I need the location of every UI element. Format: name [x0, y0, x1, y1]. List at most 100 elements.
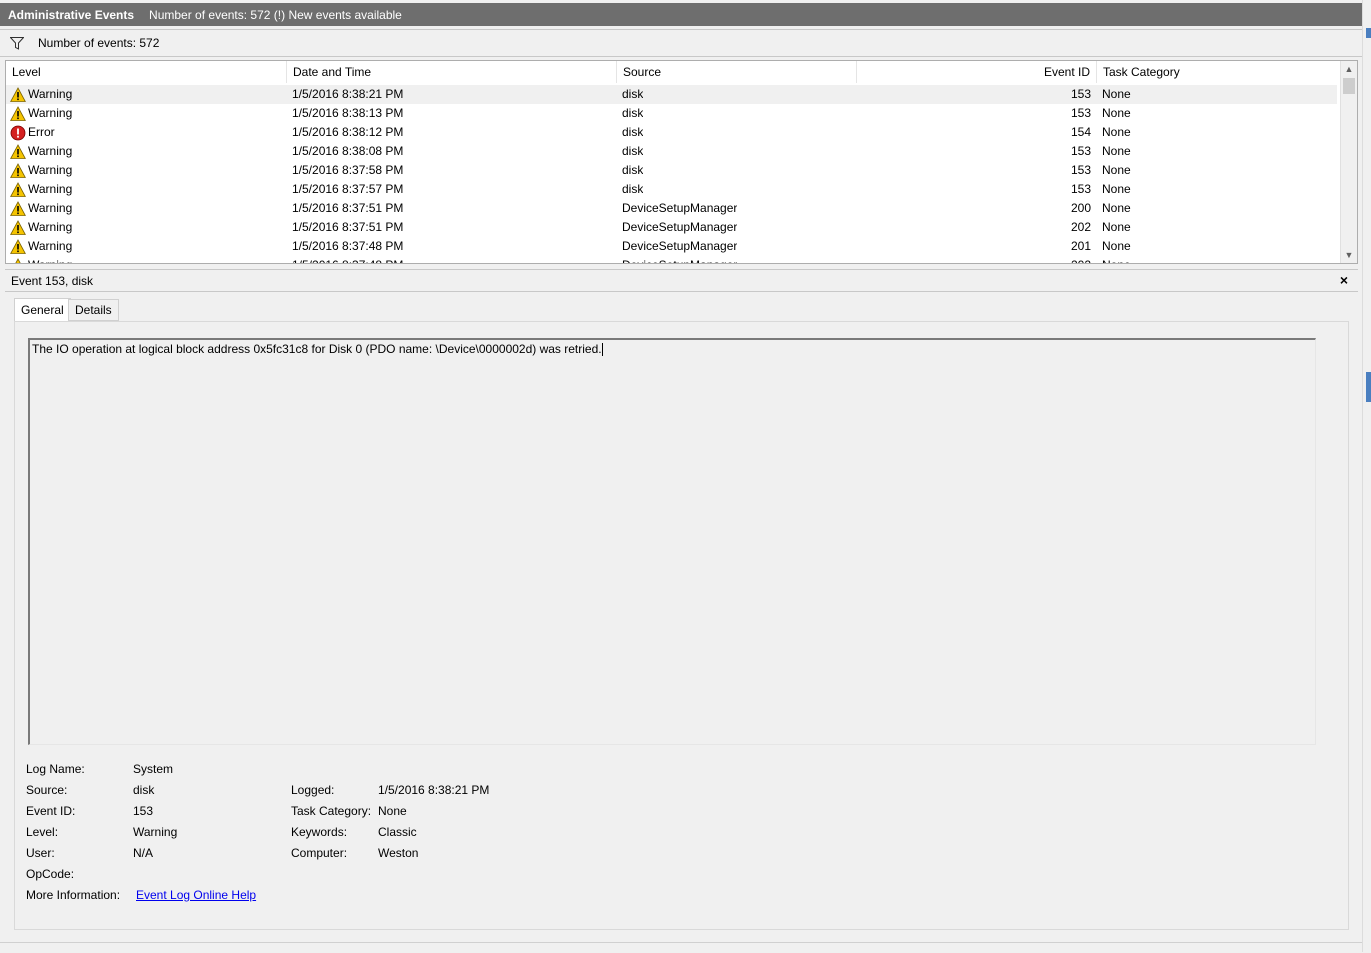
- task-category-cell: None: [1102, 87, 1131, 101]
- task-category-cell: None: [1102, 220, 1131, 234]
- table-row[interactable]: Warning 1/5/2016 8:37:51 PM DeviceSetupMan…: [6, 199, 1337, 218]
- task-category-cell: None: [1102, 201, 1131, 215]
- source-cell: DeviceSetupManager: [622, 239, 738, 253]
- level-cell: Warning: [10, 142, 286, 161]
- column-header-source[interactable]: Source: [617, 61, 857, 83]
- warning-icon: [10, 143, 26, 160]
- warning-icon: [10, 238, 26, 255]
- task-category-cell: None: [1102, 125, 1131, 139]
- level-text: Warning: [28, 182, 73, 196]
- datetime-cell: 1/5/2016 8:37:51 PM: [292, 220, 404, 234]
- table-row[interactable]: Warning 1/5/2016 8:37:57 PM disk 153 None: [6, 180, 1337, 199]
- column-header-task-category[interactable]: Task Category: [1097, 61, 1339, 83]
- table-row[interactable]: Warning 1/5/2016 8:37:48 PM DeviceSetupMan…: [6, 237, 1337, 256]
- computer-value: Weston: [378, 846, 419, 860]
- table-row[interactable]: Warning 1/5/2016 8:37:51 PM DeviceSetupMan…: [6, 218, 1337, 237]
- level-text: Error: [28, 125, 55, 139]
- keywords-value: Classic: [378, 825, 417, 839]
- task-category-cell: None: [1102, 239, 1131, 253]
- source-label: Source:: [26, 783, 68, 797]
- event-id-cell: 153: [1070, 87, 1091, 101]
- filter-count: Number of events: 572: [38, 36, 160, 50]
- more-information-label: More Information:: [26, 888, 121, 902]
- event-id-cell: 153: [1070, 163, 1091, 177]
- table-row[interactable]: Warning 1/5/2016 8:37:58 PM disk 153 None: [6, 161, 1337, 180]
- source-cell: disk: [622, 87, 644, 101]
- bottom-edge: [0, 942, 1362, 953]
- datetime-cell: 1/5/2016 8:38:12 PM: [292, 125, 404, 139]
- task-category-cell: None: [1102, 182, 1131, 196]
- event-id-cell: 202: [856, 256, 1091, 263]
- task-category-cell: None: [1102, 106, 1131, 120]
- scroll-up-icon[interactable]: ▲: [1341, 61, 1357, 77]
- datetime-cell: 1/5/2016 8:37:48 PM: [292, 239, 404, 253]
- event-id-cell: 200: [1070, 201, 1091, 215]
- logged-label: Logged:: [291, 783, 335, 797]
- table-row[interactable]: Warning 1/5/2016 8:38:13 PM disk 153 None: [6, 104, 1337, 123]
- level-text: Warning: [28, 220, 73, 234]
- task-category-value: None: [378, 804, 407, 818]
- level-text: Warning: [28, 106, 73, 120]
- level-cell: Warning: [10, 85, 286, 104]
- source-cell: DeviceSetupManager: [622, 201, 738, 215]
- funnel-icon[interactable]: [2, 29, 32, 57]
- scroll-down-icon[interactable]: ▼: [1341, 247, 1357, 263]
- list-header: Level Date and Time Source Event ID Task…: [6, 61, 1339, 83]
- column-header-event-id[interactable]: Event ID: [857, 61, 1097, 83]
- close-icon[interactable]: ×: [1340, 272, 1348, 288]
- event-id-label: Event ID:: [26, 804, 76, 818]
- opcode-label: OpCode:: [26, 867, 75, 881]
- list-scrollbar[interactable]: ▲ ▼: [1340, 61, 1357, 263]
- event-id-cell: 153: [1070, 106, 1091, 120]
- events-list[interactable]: Level Date and Time Source Event ID Task…: [5, 60, 1358, 264]
- source-value: disk: [133, 783, 155, 797]
- tab-general[interactable]: General: [14, 298, 71, 321]
- event-log-online-help-link[interactable]: Event Log Online Help: [136, 888, 256, 902]
- event-description-box[interactable]: The IO operation at logical block addres…: [28, 338, 1316, 745]
- source-cell: disk: [622, 106, 644, 120]
- source-cell: DeviceSetupManager: [622, 256, 737, 263]
- detail-header: Event 153, disk ×: [5, 269, 1358, 292]
- user-label: User:: [26, 846, 55, 860]
- level-text: Warning: [28, 201, 73, 215]
- right-edge-strip: [1362, 0, 1371, 952]
- source-cell: disk: [622, 125, 644, 139]
- source-cell: disk: [622, 144, 644, 158]
- level-cell: Warning: [10, 256, 286, 263]
- level-cell: Error: [10, 123, 286, 142]
- scroll-thumb[interactable]: [1343, 78, 1355, 94]
- level-text: Warning: [28, 239, 73, 253]
- table-row[interactable]: Warning 1/5/2016 8:37:48 PM DeviceSetupMan…: [6, 256, 1337, 263]
- table-row[interactable]: Warning 1/5/2016 8:38:21 PM disk 153 None: [6, 85, 1337, 104]
- event-id-cell: 153: [1070, 182, 1091, 196]
- task-category-label: Task Category:: [291, 804, 372, 818]
- table-row[interactable]: Warning 1/5/2016 8:38:08 PM disk 153 None: [6, 142, 1337, 161]
- warning-icon: [10, 162, 26, 179]
- column-header-date-time[interactable]: Date and Time: [287, 61, 617, 83]
- datetime-cell: 1/5/2016 8:38:21 PM: [292, 87, 404, 101]
- event-description: The IO operation at logical block addres…: [32, 342, 602, 356]
- column-header-level[interactable]: Level: [6, 61, 287, 83]
- warning-icon: [10, 257, 26, 263]
- event-id-cell: 153: [1070, 144, 1091, 158]
- level-cell: Warning: [10, 218, 286, 237]
- level-cell: Warning: [10, 180, 286, 199]
- datetime-cell: 1/5/2016 8:37:51 PM: [292, 201, 404, 215]
- event-id-cell: 154: [1070, 125, 1091, 139]
- level-cell: Warning: [10, 104, 286, 123]
- level-value: Warning: [133, 825, 178, 839]
- level-text: Warning: [28, 256, 72, 263]
- event-id-value: 153: [133, 804, 154, 818]
- error-icon: [10, 125, 26, 141]
- source-cell: disk: [622, 163, 644, 177]
- detail-title: Event 153, disk: [11, 273, 94, 288]
- user-value: N/A: [133, 846, 154, 860]
- datetime-cell: 1/5/2016 8:38:08 PM: [292, 144, 404, 158]
- source-cell: DeviceSetupManager: [622, 220, 738, 234]
- tab-details[interactable]: Details: [68, 299, 119, 321]
- title-bar: Administrative Events Number of events: …: [0, 3, 1362, 26]
- warning-icon: [10, 105, 26, 122]
- table-row[interactable]: Error 1/5/2016 8:38:12 PM disk 154 None: [6, 123, 1337, 142]
- task-category-cell: None: [1102, 256, 1131, 263]
- logged-value: 1/5/2016 8:38:21 PM: [378, 783, 490, 797]
